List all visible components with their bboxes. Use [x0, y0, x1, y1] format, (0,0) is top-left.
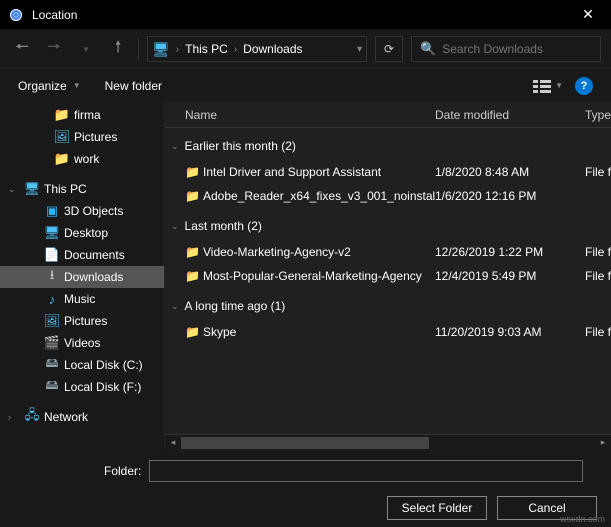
chevron-down-icon: ▼: [555, 81, 563, 90]
refresh-button[interactable]: ⟳: [375, 36, 403, 62]
tree-item-videos[interactable]: 🎬Videos: [0, 332, 164, 354]
network-icon: 🖧: [24, 409, 40, 425]
tree-item-desktop[interactable]: 🖥Desktop: [0, 222, 164, 244]
pictures-icon: 🖼: [54, 129, 70, 145]
folder-icon: 📁: [54, 107, 70, 123]
tree-item-documents[interactable]: 📄Documents: [0, 244, 164, 266]
app-icon: [8, 7, 24, 23]
collapse-icon[interactable]: ⌄: [8, 184, 20, 195]
file-row[interactable]: 📁Video-Marketing-Agency-v212/26/2019 1:2…: [165, 240, 611, 264]
view-icon: [533, 79, 551, 93]
button-row: Select Folder Cancel: [14, 496, 597, 520]
scroll-left-icon[interactable]: ◂: [165, 435, 181, 451]
videos-icon: 🎬: [44, 335, 60, 351]
3d-icon: ▣: [44, 203, 60, 219]
documents-icon: 📄: [44, 247, 60, 263]
search-input[interactable]: [442, 42, 597, 56]
music-icon: ♪: [44, 291, 60, 307]
chevron-down-icon: ▼: [73, 81, 81, 90]
view-button[interactable]: ▼: [533, 79, 563, 93]
column-name[interactable]: Name: [185, 108, 435, 122]
watermark: wsxdn.com: [560, 514, 605, 524]
expand-icon[interactable]: ›: [8, 412, 20, 422]
titlebar: Location ✕: [0, 0, 611, 30]
tree-item-firma[interactable]: 📁firma: [0, 104, 164, 126]
chevron-down-icon: ⌄: [171, 301, 179, 312]
folder-icon: 📁: [185, 245, 203, 259]
chevron-right-icon[interactable]: ›: [176, 44, 179, 55]
organize-button[interactable]: Organize ▼: [18, 79, 81, 93]
downloads-icon: ⭳: [44, 269, 60, 285]
file-row[interactable]: 📁Skype11/20/2019 9:03 AMFile f: [165, 320, 611, 344]
window-title: Location: [32, 8, 565, 22]
group-header[interactable]: ⌄A long time ago (1): [165, 292, 611, 320]
file-row[interactable]: 📁Intel Driver and Support Assistant1/8/2…: [165, 160, 611, 184]
up-button[interactable]: 🠕: [106, 37, 130, 61]
chevron-down-icon[interactable]: ▾: [357, 44, 362, 55]
tree-item-pictures[interactable]: 🖼Pictures: [0, 310, 164, 332]
horizontal-scrollbar[interactable]: ◂ ▸: [165, 434, 611, 450]
folder-label: Folder:: [104, 464, 141, 478]
scrollbar-thumb[interactable]: [181, 437, 429, 449]
file-row[interactable]: 📁Most-Popular-General-Marketing-Agency12…: [165, 264, 611, 288]
tree-item-pictures[interactable]: 🖼Pictures: [0, 126, 164, 148]
main-area: 📁firma 🖼Pictures 📁work ⌄🖥This PC ▣3D Obj…: [0, 102, 611, 450]
column-headers[interactable]: Name Date modified Type: [165, 102, 611, 128]
navigation-tree[interactable]: 📁firma 🖼Pictures 📁work ⌄🖥This PC ▣3D Obj…: [0, 102, 165, 450]
folder-row: Folder:: [104, 460, 597, 482]
breadcrumb[interactable]: 🖥 › This PC › Downloads ▾: [147, 36, 367, 62]
new-folder-button[interactable]: New folder: [105, 79, 162, 93]
close-button[interactable]: ✕: [565, 0, 611, 30]
file-content: Name Date modified Type ⌄Earlier this mo…: [165, 102, 611, 450]
history-dropdown[interactable]: ▾: [74, 37, 98, 61]
search-icon: 🔍: [420, 41, 436, 57]
tree-item-music[interactable]: ♪Music: [0, 288, 164, 310]
group-header[interactable]: ⌄Last month (2): [165, 212, 611, 240]
folder-icon: 📁: [54, 151, 70, 167]
crumb-downloads[interactable]: Downloads: [241, 42, 304, 56]
folder-icon: 📁: [185, 165, 203, 179]
tree-item-network[interactable]: ›🖧Network: [0, 406, 164, 428]
scroll-right-icon[interactable]: ▸: [595, 435, 611, 451]
pictures-icon: 🖼: [44, 313, 60, 329]
pc-icon: 🖥: [24, 181, 40, 197]
search-box[interactable]: 🔍: [411, 36, 601, 62]
scrollbar-track[interactable]: [181, 435, 595, 451]
folder-icon: 📁: [185, 325, 203, 339]
tree-item-diskc[interactable]: 🖴Local Disk (C:): [0, 354, 164, 376]
tree-item-diskf[interactable]: 🖴Local Disk (F:): [0, 376, 164, 398]
folder-icon: 📁: [185, 269, 203, 283]
tree-item-thispc[interactable]: ⌄🖥This PC: [0, 178, 164, 200]
back-button[interactable]: 🠔: [10, 37, 34, 61]
navbar: 🠔 🠖 ▾ 🠕 🖥 › This PC › Downloads ▾ ⟳ 🔍: [0, 30, 611, 68]
help-button[interactable]: ?: [575, 77, 593, 95]
file-row[interactable]: 📁Adobe_Reader_x64_fixes_v3_001_noinstall…: [165, 184, 611, 208]
file-list[interactable]: ⌄Earlier this month (2) 📁Intel Driver an…: [165, 128, 611, 434]
column-date[interactable]: Date modified: [435, 108, 585, 122]
tree-item-work[interactable]: 📁work: [0, 148, 164, 170]
column-type[interactable]: Type: [585, 108, 611, 122]
desktop-icon: 🖥: [44, 225, 60, 241]
footer: Folder: Select Folder Cancel: [0, 450, 611, 527]
folder-input[interactable]: [149, 460, 583, 482]
tree-item-downloads[interactable]: ⭳Downloads: [0, 266, 164, 288]
toolbar: Organize ▼ New folder ▼ ?: [0, 68, 611, 102]
tree-item-3dobjects[interactable]: ▣3D Objects: [0, 200, 164, 222]
select-folder-button[interactable]: Select Folder: [387, 496, 487, 520]
disk-icon: 🖴: [44, 379, 60, 395]
organize-label: Organize: [18, 79, 67, 93]
chevron-right-icon[interactable]: ›: [234, 44, 237, 55]
chevron-down-icon: ⌄: [171, 221, 179, 232]
chevron-down-icon: ⌄: [171, 141, 179, 152]
group-header[interactable]: ⌄Earlier this month (2): [165, 132, 611, 160]
forward-button[interactable]: 🠖: [42, 37, 66, 61]
pc-icon: 🖥: [152, 41, 170, 58]
crumb-thispc[interactable]: This PC: [183, 42, 230, 56]
disk-icon: 🖴: [44, 357, 60, 373]
separator: [138, 38, 139, 60]
folder-icon: 📁: [185, 189, 203, 203]
